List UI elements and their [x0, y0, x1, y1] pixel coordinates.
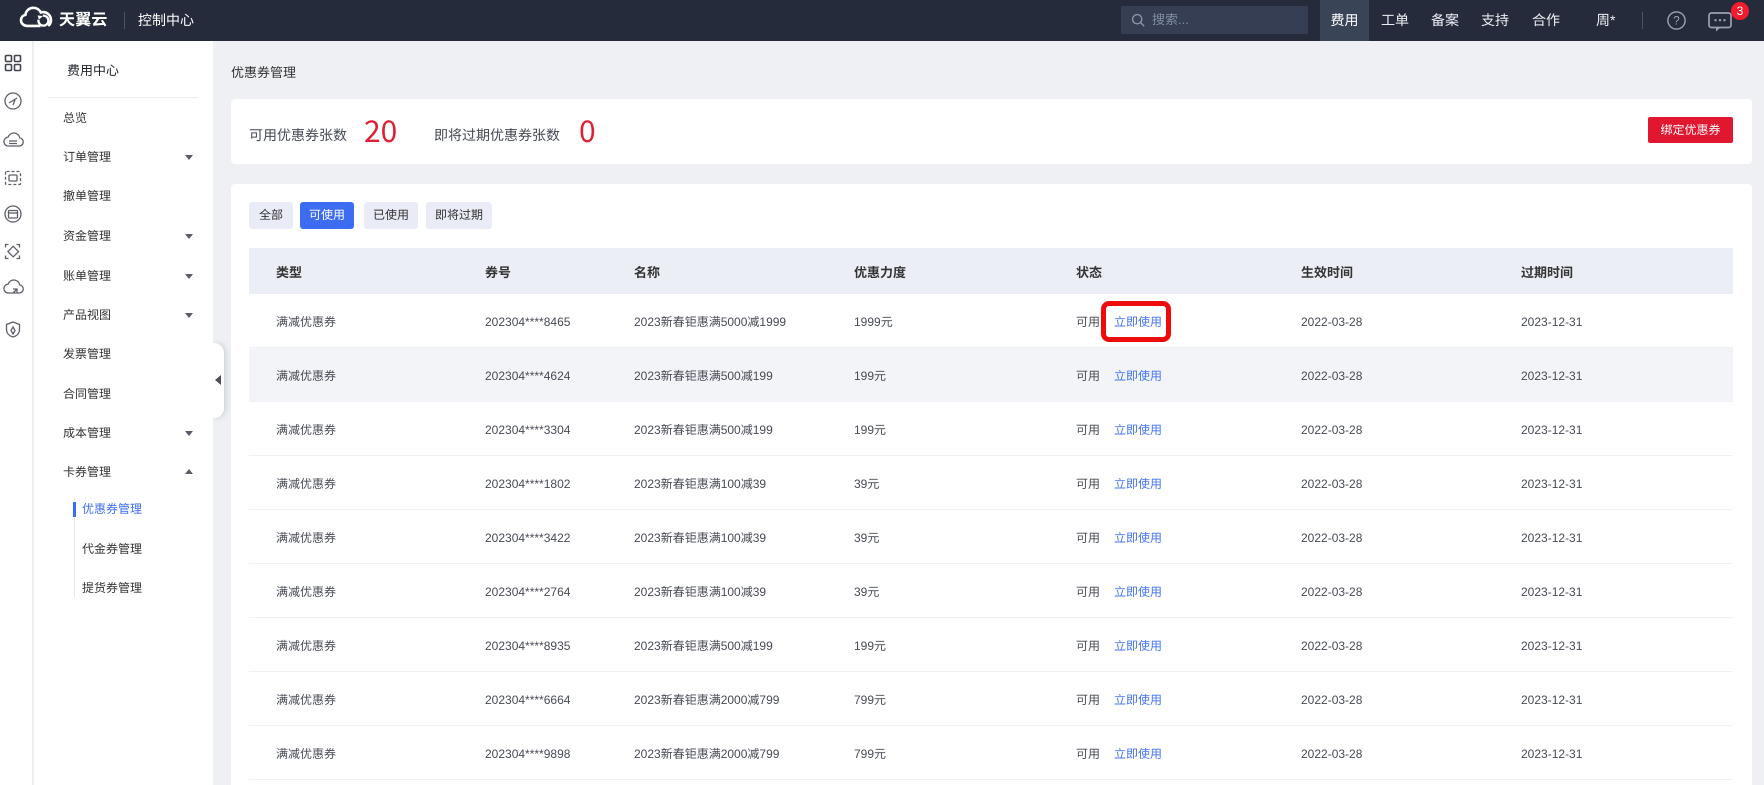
svg-text:?: ? [1673, 16, 1679, 28]
